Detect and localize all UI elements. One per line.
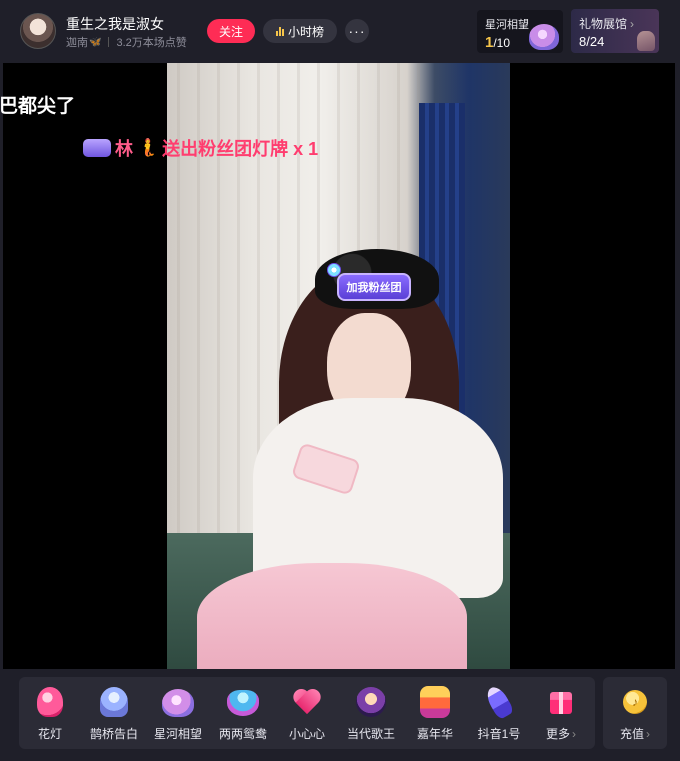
- likes-count: 3.2万本场点赞: [116, 37, 187, 49]
- heart-icon: [290, 685, 324, 719]
- recharge-button[interactable]: ♪ 充值 ›: [603, 677, 667, 749]
- more-gifts-label: 更多 ›: [546, 725, 576, 742]
- streamer-subline: 迦南 🦋 3.2万本场点赞: [66, 34, 187, 50]
- galaxy-gift-icon: [529, 24, 559, 50]
- mandarin-ducks-icon: [226, 685, 260, 719]
- recharge-text: 充值: [619, 727, 644, 741]
- follow-button[interactable]: 关注: [207, 19, 255, 43]
- mermaid-icon: 🧜: [137, 138, 159, 157]
- gift-label: 嘉年华: [416, 727, 453, 741]
- gift-gallery-card[interactable]: 礼物展馆 › 8/24: [571, 9, 659, 53]
- join-fan-club-badge[interactable]: 加我粉丝团: [337, 273, 411, 301]
- gift-bar: 花灯 鹊桥告白 星河相望 两两鸳鸯 小心心 当代歌王 嘉年华 抖音1号 更多 ›: [19, 677, 595, 749]
- streamer-name[interactable]: 重生之我是淑女: [66, 14, 164, 34]
- gift-item-galaxy[interactable]: 星河相望: [147, 677, 209, 749]
- danmaku-comment: 巴都尖了: [0, 96, 76, 117]
- gift-label: 两两鸳鸯: [218, 727, 267, 741]
- galaxy-icon: [161, 685, 195, 719]
- galaxy-progress: 1/10: [485, 34, 510, 51]
- hourly-rank-label: 小时榜: [287, 24, 324, 39]
- lantern-icon: [33, 685, 67, 719]
- chevron-right-icon: ›: [646, 727, 650, 741]
- gift-label: 鹊桥告白: [89, 727, 138, 741]
- gift-sender: 林: [115, 139, 133, 159]
- pink-pants: [197, 563, 467, 669]
- gallery-title-text: 礼物展馆: [579, 17, 628, 31]
- divider: [108, 37, 110, 47]
- gallery-gift-icon: [637, 31, 655, 51]
- gift-label: 小心心: [288, 727, 325, 741]
- chevron-right-icon: ›: [572, 727, 576, 741]
- gift-label: 当代歌王: [346, 727, 395, 741]
- gift-label: 花灯: [37, 727, 62, 741]
- gift-item-lantern[interactable]: 花灯: [19, 677, 81, 749]
- rank-bars-icon: [275, 26, 284, 36]
- bridge-confession-icon: [97, 685, 131, 719]
- gift-notice: 林 🧜 送出粉丝团灯牌 x 1: [83, 135, 318, 161]
- recharge-label: 充值 ›: [620, 725, 650, 742]
- hourly-rank-button[interactable]: 小时榜: [263, 19, 337, 43]
- live-video-area[interactable]: 加我粉丝团 巴都尖了 林 🧜 送出粉丝团灯牌 x 1: [0, 63, 675, 669]
- streamer-avatar[interactable]: [20, 13, 56, 49]
- galaxy-total: /10: [493, 36, 511, 50]
- gift-label: 星河相望: [153, 727, 202, 741]
- gift-item-rocket[interactable]: 抖音1号: [468, 677, 530, 749]
- gift-item-bridge-confession[interactable]: 鹊桥告白: [83, 677, 145, 749]
- coin-icon: ♪: [623, 690, 647, 714]
- chevron-right-icon: ›: [630, 17, 635, 31]
- gallery-title: 礼物展馆 ›: [579, 15, 634, 32]
- rocket-icon: [482, 683, 516, 721]
- butterfly-icon: 🦋: [89, 36, 102, 48]
- galaxy-card-title: 星河相望: [485, 19, 529, 31]
- sub-name: 迦南: [66, 37, 88, 49]
- galaxy-task-card[interactable]: 星河相望 1/10: [477, 10, 563, 53]
- gift-item-singer[interactable]: 当代歌王: [340, 677, 402, 749]
- more-gifts-text: 更多: [545, 727, 570, 741]
- gift-notice-text: 送出粉丝团灯牌 x 1: [162, 139, 319, 159]
- fan-club-icon: [83, 139, 111, 157]
- carnival-icon: [418, 685, 452, 719]
- gift-item-carnival[interactable]: 嘉年华: [404, 677, 466, 749]
- gift-item-heart[interactable]: 小心心: [276, 677, 338, 749]
- live-header: 重生之我是淑女 迦南 🦋 3.2万本场点赞 关注 小时榜 ··· 星河相望 1/…: [0, 0, 680, 63]
- gift-item-mandarin-ducks[interactable]: 两两鸳鸯: [212, 677, 274, 749]
- more-gifts-button[interactable]: 更多 ›: [530, 677, 592, 749]
- gift-box-icon: [544, 685, 578, 719]
- gallery-count: 8/24: [579, 34, 605, 49]
- singer-icon: [354, 685, 388, 719]
- more-options-button[interactable]: ···: [345, 19, 369, 43]
- gift-label: 抖音1号: [477, 727, 521, 741]
